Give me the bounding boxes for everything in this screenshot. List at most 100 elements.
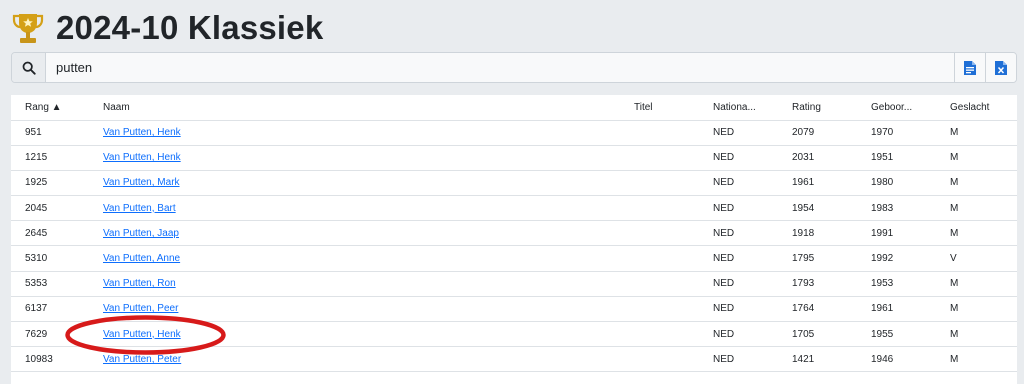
cell-naam: Van Putten, Peter xyxy=(103,346,634,373)
cell-rang: 2645 xyxy=(11,220,103,247)
column-header-naam[interactable]: Naam xyxy=(103,95,634,121)
cell-nationaliteit: NED xyxy=(713,321,792,348)
column-header-titel[interactable]: Titel xyxy=(634,95,713,121)
cell-rating: 2031 xyxy=(792,145,871,171)
table-header-row: Rang ▲ Naam Titel Nationa... Rating Gebo… xyxy=(11,95,1017,121)
cell-naam: Van Putten, Anne xyxy=(103,245,634,272)
table-row: 2645 Van Putten, Jaap NED 1918 1991 M xyxy=(11,220,1017,247)
cell-geboortejaar: 1983 xyxy=(871,195,950,222)
trophy-icon xyxy=(12,14,44,43)
search-input[interactable] xyxy=(46,53,954,82)
cell-rating: 1961 xyxy=(792,170,871,197)
cell-rating: 1705 xyxy=(792,321,871,348)
cell-geboortejaar: 1951 xyxy=(871,145,950,171)
cell-nationaliteit: NED xyxy=(713,145,792,171)
search-bar xyxy=(11,52,1017,83)
player-name-link[interactable]: Van Putten, Mark xyxy=(103,177,180,188)
column-header-geboortejaar[interactable]: Geboor... xyxy=(871,95,950,121)
cell-naam: Van Putten, Jaap xyxy=(103,220,634,247)
player-name-link[interactable]: Van Putten, Henk xyxy=(103,152,181,163)
column-header-rang[interactable]: Rang ▲ xyxy=(11,95,103,121)
cell-rang: 5353 xyxy=(11,271,103,297)
cell-rang: 1215 xyxy=(11,145,103,171)
player-name-link[interactable]: Van Putten, Jaap xyxy=(103,228,179,239)
cell-rang: 951 xyxy=(11,120,103,146)
cell-titel xyxy=(634,245,713,272)
cell-geslacht: M xyxy=(950,195,1017,222)
table-row: 6137 Van Putten, Peer NED 1764 1961 M xyxy=(11,296,1017,323)
player-name-link[interactable]: Van Putten, Bart xyxy=(103,203,176,214)
cell-rating: 1421 xyxy=(792,346,871,373)
cell-nationaliteit: NED xyxy=(713,170,792,197)
cell-naam: Van Putten, Henk xyxy=(103,145,634,171)
cell-naam: Van Putten, Henk xyxy=(103,321,634,348)
cell-geslacht: M xyxy=(950,271,1017,297)
cell-rating: 1793 xyxy=(792,271,871,297)
cell-titel xyxy=(634,145,713,171)
player-name-link[interactable]: Van Putten, Ron xyxy=(103,278,176,289)
table-row: 1215 Van Putten, Henk NED 2031 1951 M xyxy=(11,145,1017,171)
cell-geboortejaar: 1961 xyxy=(871,296,950,323)
cell-naam: Van Putten, Bart xyxy=(103,195,634,222)
cell-rang: 2045 xyxy=(11,195,103,222)
cell-titel xyxy=(634,321,713,348)
cell-geboortejaar: 1992 xyxy=(871,245,950,272)
cell-rating: 1954 xyxy=(792,195,871,222)
cell-rating: 1764 xyxy=(792,296,871,323)
cell-geslacht: M xyxy=(950,346,1017,373)
page-header: 2024-10 Klassiek xyxy=(10,8,323,48)
cell-rang: 7629 xyxy=(11,321,103,348)
table-body: 951 Van Putten, Henk NED 2079 1970 M 1215 Van P… xyxy=(11,120,1017,373)
results-table: Rang ▲ Naam Titel Nationa... Rating Gebo… xyxy=(11,95,1017,373)
cell-naam: Van Putten, Ron xyxy=(103,271,634,297)
export-csv-button[interactable] xyxy=(954,53,985,82)
results-table-container: Rang ▲ Naam Titel Nationa... Rating Gebo… xyxy=(11,95,1017,384)
cell-geboortejaar: 1991 xyxy=(871,220,950,247)
cell-titel xyxy=(634,271,713,297)
csv-file-icon xyxy=(964,60,976,75)
table-row: 5310 Van Putten, Anne NED 1795 1992 V xyxy=(11,245,1017,272)
player-name-link[interactable]: Van Putten, Henk xyxy=(103,127,181,138)
column-header-geslacht[interactable]: Geslacht xyxy=(950,95,1017,121)
table-row: 10983 Van Putten, Peter NED 1421 1946 M xyxy=(11,346,1017,373)
cell-geslacht: M xyxy=(950,145,1017,171)
cell-titel xyxy=(634,120,713,146)
search-addon xyxy=(12,53,46,82)
table-row: 2045 Van Putten, Bart NED 1954 1983 M xyxy=(11,195,1017,222)
player-name-link[interactable]: Van Putten, Anne xyxy=(103,253,180,264)
cell-rating: 1918 xyxy=(792,220,871,247)
cell-geslacht: M xyxy=(950,321,1017,348)
cell-nationaliteit: NED xyxy=(713,195,792,222)
cell-geslacht: V xyxy=(950,245,1017,272)
cell-rang: 10983 xyxy=(11,346,103,373)
cell-titel xyxy=(634,195,713,222)
cell-nationaliteit: NED xyxy=(713,296,792,323)
column-header-nationaliteit[interactable]: Nationa... xyxy=(713,95,792,121)
excel-file-icon xyxy=(995,60,1007,75)
table-row: 1925 Van Putten, Mark NED 1961 1980 M xyxy=(11,170,1017,197)
cell-geboortejaar: 1946 xyxy=(871,346,950,373)
cell-titel xyxy=(634,220,713,247)
cell-rating: 2079 xyxy=(792,120,871,146)
cell-geboortejaar: 1955 xyxy=(871,321,950,348)
player-name-link[interactable]: Van Putten, Peer xyxy=(103,303,178,314)
table-row: 5353 Van Putten, Ron NED 1793 1953 M xyxy=(11,271,1017,297)
cell-naam: Van Putten, Henk xyxy=(103,120,634,146)
cell-nationaliteit: NED xyxy=(713,271,792,297)
cell-geboortejaar: 1953 xyxy=(871,271,950,297)
player-name-link[interactable]: Van Putten, Henk xyxy=(103,329,181,340)
cell-geboortejaar: 1980 xyxy=(871,170,950,197)
cell-naam: Van Putten, Peer xyxy=(103,296,634,323)
player-name-link[interactable]: Van Putten, Peter xyxy=(103,354,181,365)
column-header-rating[interactable]: Rating xyxy=(792,95,871,121)
table-row: 951 Van Putten, Henk NED 2079 1970 M xyxy=(11,120,1017,146)
cell-titel xyxy=(634,170,713,197)
cell-nationaliteit: NED xyxy=(713,346,792,373)
cell-nationaliteit: NED xyxy=(713,220,792,247)
cell-nationaliteit: NED xyxy=(713,245,792,272)
cell-geslacht: M xyxy=(950,220,1017,247)
search-icon xyxy=(22,61,36,75)
export-excel-button[interactable] xyxy=(985,53,1016,82)
cell-geslacht: M xyxy=(950,170,1017,197)
page-title: 2024-10 Klassiek xyxy=(56,9,324,46)
